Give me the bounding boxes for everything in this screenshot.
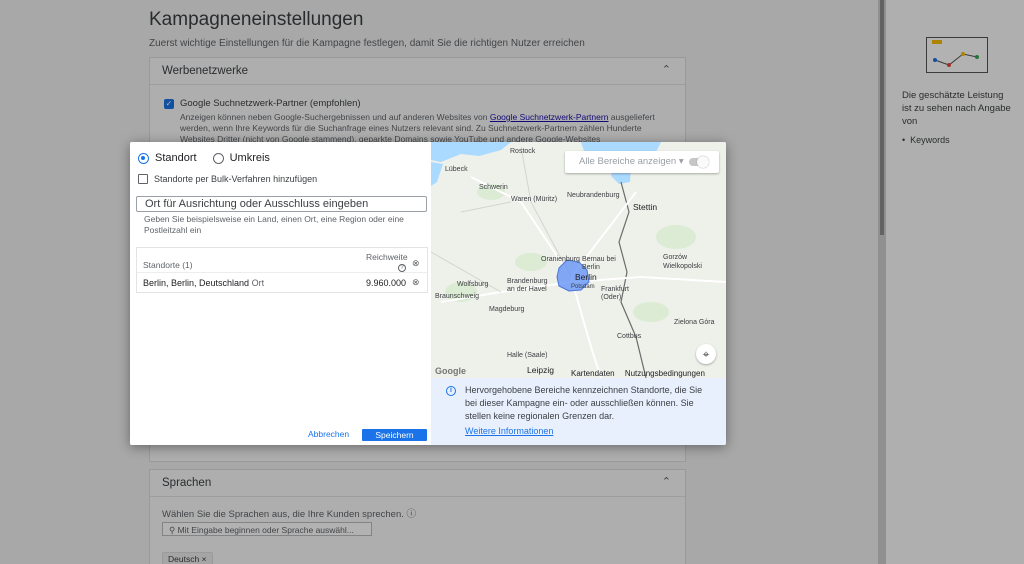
location-search-hint: Geben Sie beispielsweise ein Land, einen… <box>144 214 404 235</box>
map-label-halle: Halle (Saale) <box>507 352 548 359</box>
radio-radius[interactable] <box>212 152 224 164</box>
map-label-leipzig: Leipzig <box>527 365 554 375</box>
location-form: Standort Umkreis Standorte per Bulk-Verf… <box>130 142 431 445</box>
info-text: Hervorgehobene Bereiche kennzeichnen Sta… <box>465 385 703 421</box>
map-label-zielona: Zielona Góra <box>674 319 715 326</box>
map-label-cottbus: Cottbus <box>617 333 642 340</box>
table-row: Berlin, Berlin, Deutschland Ort <box>143 278 264 288</box>
map-label-bernau: Bernau bei Berlin <box>582 256 616 271</box>
map-label-oranienburg: Oranienburg <box>541 256 580 263</box>
info-box: i Hervorgehobene Bereiche kennzeichnen S… <box>431 378 726 445</box>
map-label-schwerin: Schwerin <box>479 184 508 191</box>
table-divider <box>137 272 427 273</box>
show-all-areas-label: Alle Bereiche anzeigen <box>579 156 677 167</box>
google-logo: Google <box>435 366 466 376</box>
location-name: Berlin, Berlin, Deutschland <box>143 278 250 288</box>
help-icon[interactable]: ? <box>398 264 406 272</box>
location-type: Ort <box>251 278 265 288</box>
map-label-gorzow: Gorzów Wielkopolski <box>663 254 702 270</box>
map-label-brandenburg: Brandenburg an der Havel <box>507 278 548 293</box>
map-label-wolfsburg: Wolfsburg <box>457 281 489 288</box>
radio-location[interactable] <box>138 152 149 164</box>
location-reach: 9.960.000 <box>366 278 407 288</box>
map-label-berlin: Berlin <box>575 272 597 282</box>
location-map[interactable]: Rostock Lübeck Schwerin Waren (Müritz) N… <box>431 142 726 378</box>
radio-radius-label: Umkreis <box>229 152 270 164</box>
map-footer: Kartendaten Nutzungsbedingungen <box>571 369 713 378</box>
location-search-placeholder: Ort für Ausrichtung oder Ausschluss eing… <box>145 198 369 210</box>
info-icon: i <box>446 386 456 396</box>
save-button[interactable]: Speichern <box>362 429 427 441</box>
map-label-frankfurt: Frankfurt (Oder) <box>601 286 630 301</box>
map-label-waren: Waren (Müritz) <box>511 196 558 203</box>
bulk-option[interactable]: Standorte per Bulk-Verfahren hinzufügen <box>138 174 317 184</box>
locations-table: Standorte (1) Reichweite ? ⊗ Berlin, Ber… <box>136 247 428 293</box>
map-label-magdeburg: Magdeburg <box>489 306 525 313</box>
map-label-potsdam: Potsdam <box>571 284 595 290</box>
bulk-checkbox[interactable] <box>138 174 148 184</box>
show-all-areas-toggle[interactable]: Alle Bereiche anzeigen ▾ <box>565 151 719 173</box>
map-terms-link[interactable]: Nutzungsbedingungen <box>625 369 705 378</box>
bulk-label: Standorte per Bulk-Verfahren hinzufügen <box>154 174 318 184</box>
location-dialog: Standort Umkreis Standorte per Bulk-Verf… <box>130 142 726 445</box>
map-label-braunschweig: Braunschweig <box>435 293 479 300</box>
remove-location-icon[interactable]: ⊗ <box>412 277 420 288</box>
radio-location-label: Standort <box>155 152 197 164</box>
reach-header: Reichweite <box>366 252 408 262</box>
remove-all-icon[interactable]: ⊗ <box>412 258 420 269</box>
map-label-stettin: Stettin <box>633 202 658 212</box>
location-mode-radios: Standort Umkreis <box>138 152 270 164</box>
location-search-input[interactable]: Ort für Ausrichtung oder Ausschluss eing… <box>136 196 427 212</box>
map-label-lubeck: Lübeck <box>445 166 468 173</box>
more-info-link[interactable]: Weitere Informationen <box>465 426 553 436</box>
map-label-rostock: Rostock <box>510 148 536 155</box>
map-label-neubrandenburg: Neubrandenburg <box>567 192 620 199</box>
map-data-link[interactable]: Kartendaten <box>571 369 615 378</box>
recenter-icon[interactable]: ⌖ <box>696 344 716 364</box>
locations-table-header: Standorte (1) <box>143 260 193 270</box>
cancel-button[interactable]: Abbrechen <box>308 429 349 439</box>
dropdown-arrow-icon: ▾ <box>678 156 684 167</box>
toggle-switch[interactable] <box>689 156 709 168</box>
